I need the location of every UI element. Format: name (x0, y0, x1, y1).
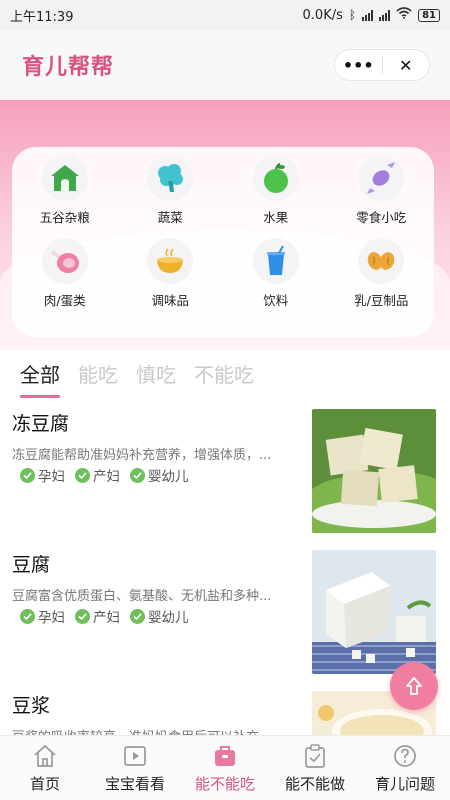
house-grain-icon (41, 155, 88, 201)
tag-infant: 婴幼儿 (130, 606, 189, 626)
tag-label: 产妇 (93, 469, 120, 485)
food-tags: 孕妇 产妇 婴幼儿 (20, 606, 189, 626)
tag-label: 产妇 (93, 610, 120, 626)
ham-icon (41, 238, 88, 284)
nav-item-home[interactable]: 首页 (0, 736, 90, 800)
food-list-item[interactable]: 冻豆腐 冻豆腐能帮助准妈妈补充营养，增强体质，... 孕妇 产妇 婴幼儿 (0, 405, 450, 546)
category-grid: 五谷杂粮 蔬菜 水果 零食小吃 肉/蛋类 调味品 饮料 乳/豆制品 (12, 155, 434, 309)
food-name: 豆腐 (12, 554, 51, 576)
tab-can-eat[interactable]: 能吃 (78, 359, 118, 392)
category-label: 蔬菜 (157, 210, 183, 225)
tag-postpartum: 产妇 (75, 465, 120, 485)
tab-cannot-eat[interactable]: 不能吃 (194, 359, 254, 392)
tab-all[interactable]: 全部 (20, 359, 60, 398)
category-label: 肉/蛋类 (43, 293, 86, 308)
food-name: 豆浆 (12, 695, 51, 717)
status-indicators: 0.0K/s ᛒ 81 (303, 7, 440, 23)
category-label: 调味品 (151, 293, 189, 308)
category-label: 水果 (263, 210, 289, 225)
category-item-vegetables[interactable]: 蔬菜 (118, 155, 224, 226)
broccoli-icon (147, 155, 194, 201)
tag-label: 婴幼儿 (148, 469, 189, 485)
battery-icon: 81 (418, 8, 440, 22)
lunchbox-icon (215, 745, 235, 766)
seasoning-bowl-icon (147, 238, 194, 284)
category-label: 饮料 (263, 293, 289, 308)
food-name: 冻豆腐 (12, 413, 70, 435)
back-to-top-button[interactable] (390, 662, 438, 710)
signal-icon (362, 9, 374, 21)
tag-infant: 婴幼儿 (130, 465, 189, 485)
app-header: 育儿帮帮 ••• ✕ (0, 30, 450, 100)
nav-item-can-eat[interactable]: 能不能吃 (180, 736, 270, 800)
tag-pregnant: 孕妇 (20, 465, 65, 485)
tag-postpartum: 产妇 (75, 606, 120, 626)
category-item-meat-egg[interactable]: 肉/蛋类 (12, 238, 118, 309)
category-item-drinks[interactable]: 饮料 (223, 238, 329, 309)
bottom-navigation: 首页 宝宝看看 能不能吃 能不能做 育儿问题 (0, 735, 450, 800)
category-item-fruit[interactable]: 水果 (223, 155, 329, 226)
check-icon (75, 608, 90, 624)
category-item-dairy-soy[interactable]: 乳/豆制品 (329, 238, 435, 309)
nav-label: 能不能做 (284, 774, 345, 793)
tag-label: 孕妇 (38, 469, 65, 485)
bluetooth-icon: ᛒ (348, 8, 357, 22)
filter-tabs: 全部 能吃 慎吃 不能吃 (0, 350, 450, 400)
clipboard-check-icon (305, 743, 325, 768)
beans-icon (358, 238, 405, 284)
food-description: 豆腐富含优质蛋白、氨基酸、无机盐和多种... (12, 589, 272, 604)
tag-label: 孕妇 (38, 610, 65, 626)
mini-program-capsule: ••• ✕ (334, 49, 430, 81)
food-description: 豆浆的吸收率较高，准妈妈食用后可以补充... (12, 726, 302, 735)
nav-label: 育儿问题 (374, 774, 435, 793)
arrow-up-icon (406, 677, 422, 695)
nav-item-parenting-questions[interactable]: 育儿问题 (360, 736, 450, 800)
nav-item-can-do[interactable]: 能不能做 (270, 736, 360, 800)
candy-icon (358, 155, 405, 201)
check-icon (130, 467, 145, 483)
category-item-grains[interactable]: 五谷杂粮 (12, 155, 118, 226)
category-banner: 五谷杂粮 蔬菜 水果 零食小吃 肉/蛋类 调味品 饮料 乳/豆制品 (0, 100, 450, 350)
drink-cup-icon (252, 238, 299, 284)
nav-label: 能不能吃 (194, 774, 255, 793)
category-item-snacks[interactable]: 零食小吃 (329, 155, 435, 226)
apple-icon (252, 155, 299, 201)
tag-label: 婴幼儿 (148, 610, 189, 626)
wifi-icon (396, 7, 412, 23)
check-icon (20, 467, 35, 483)
home-icon (34, 744, 56, 767)
category-label: 五谷杂粮 (39, 210, 90, 225)
category-card: 五谷杂粮 蔬菜 水果 零食小吃 肉/蛋类 调味品 饮料 乳/豆制品 (12, 147, 434, 337)
video-play-icon (124, 745, 146, 766)
tab-eat-cautiously[interactable]: 慎吃 (136, 359, 176, 392)
nav-label: 宝宝看看 (104, 774, 165, 793)
food-description: 冻豆腐能帮助准妈妈补充营养，增强体质，... (12, 448, 272, 463)
nav-label: 首页 (29, 774, 60, 793)
frozen-tofu-photo (312, 409, 436, 533)
food-tags: 孕妇 产妇 婴幼儿 (20, 465, 189, 485)
app-title: 育儿帮帮 (22, 55, 115, 80)
category-label: 零食小吃 (356, 210, 407, 225)
check-icon (75, 467, 90, 483)
check-icon (130, 608, 145, 624)
nav-item-baby-watch[interactable]: 宝宝看看 (90, 736, 180, 800)
status-time: 上午11:39 (10, 9, 74, 25)
tofu-photo (312, 550, 436, 674)
food-list: 冻豆腐 冻豆腐能帮助准妈妈补充营养，增强体质，... 孕妇 产妇 婴幼儿 豆腐 … (0, 405, 450, 735)
question-icon (394, 744, 416, 767)
food-list-item[interactable]: 豆浆 豆浆的吸收率较高，准妈妈食用后可以补充... (0, 687, 450, 735)
close-button[interactable]: ✕ (383, 50, 430, 80)
category-item-seasoning[interactable]: 调味品 (118, 238, 224, 309)
signal-icon-2 (379, 9, 391, 21)
category-label: 乳/豆制品 (354, 293, 409, 308)
check-icon (20, 608, 35, 624)
network-speed: 0.0K/s (302, 7, 343, 23)
status-bar: 上午11:39 0.0K/s ᛒ 81 (0, 0, 450, 30)
tag-pregnant: 孕妇 (20, 606, 65, 626)
food-list-item[interactable]: 豆腐 豆腐富含优质蛋白、氨基酸、无机盐和多种... 孕妇 产妇 婴幼儿 (0, 546, 450, 687)
more-button[interactable]: ••• (335, 50, 382, 80)
